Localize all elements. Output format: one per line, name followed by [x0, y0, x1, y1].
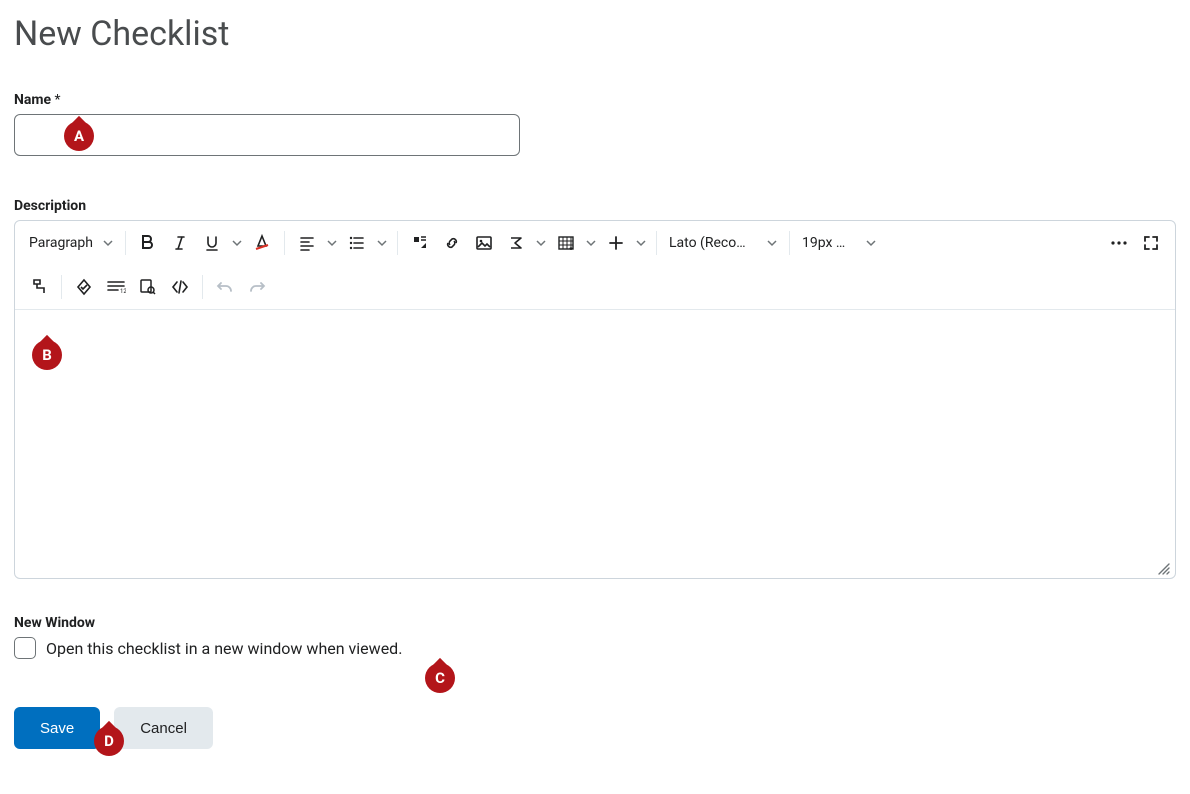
preview-button[interactable] [132, 271, 164, 303]
font-size-dropdown[interactable]: 19px … [796, 227, 882, 259]
chevron-down-icon [767, 238, 777, 248]
source-code-button[interactable] [164, 271, 196, 303]
undo-button[interactable] [209, 271, 241, 303]
resize-handle-icon[interactable] [1155, 560, 1171, 576]
align-dropdown[interactable] [323, 227, 341, 259]
accessibility-checker-button[interactable] [68, 271, 100, 303]
toolbar-separator [125, 231, 126, 255]
toolbar-separator [656, 231, 657, 255]
annotation-d: D [94, 726, 124, 756]
name-label: Name * [14, 92, 1176, 108]
toolbar-separator [397, 231, 398, 255]
table-button[interactable] [550, 227, 582, 259]
description-editor-area[interactable] [15, 310, 1175, 578]
equation-dropdown[interactable] [532, 227, 550, 259]
list-button[interactable] [341, 227, 373, 259]
bold-button[interactable] [132, 227, 164, 259]
italic-button[interactable] [164, 227, 196, 259]
more-actions-button[interactable] [1103, 227, 1135, 259]
format-painter-button[interactable] [23, 271, 55, 303]
description-label: Description [14, 198, 1176, 214]
word-count-button[interactable]: 123 [100, 271, 132, 303]
open-new-window-label: Open this checklist in a new window when… [46, 639, 402, 658]
fullscreen-button[interactable] [1135, 227, 1167, 259]
page-title: New Checklist [14, 14, 1176, 54]
save-button[interactable]: Save [14, 707, 100, 749]
equation-button[interactable] [500, 227, 532, 259]
editor-toolbar: Paragraph [15, 221, 1175, 310]
new-window-heading: New Window [14, 615, 1176, 631]
rich-text-editor: Paragraph [14, 220, 1176, 579]
cancel-button[interactable]: Cancel [114, 707, 213, 749]
svg-text:123: 123 [120, 288, 126, 295]
underline-dropdown[interactable] [228, 227, 246, 259]
insert-stuff-button[interactable] [404, 227, 436, 259]
annotation-a: A [64, 121, 94, 151]
annotation-b: B [32, 340, 62, 370]
insert-more-button[interactable] [600, 227, 632, 259]
list-dropdown[interactable] [373, 227, 391, 259]
form-actions: Save Cancel [14, 707, 1176, 749]
new-window-block: New Window Open this checklist in a new … [14, 615, 1176, 659]
insert-more-dropdown[interactable] [632, 227, 650, 259]
chevron-down-icon [103, 238, 113, 248]
annotation-c: C [425, 663, 455, 693]
align-button[interactable] [291, 227, 323, 259]
link-button[interactable] [436, 227, 468, 259]
font-family-dropdown[interactable]: Lato (Recom… [663, 227, 783, 259]
redo-button[interactable] [241, 271, 273, 303]
text-color-button[interactable] [246, 227, 278, 259]
table-dropdown[interactable] [582, 227, 600, 259]
image-button[interactable] [468, 227, 500, 259]
description-field-block: Description Paragraph [14, 198, 1176, 579]
paragraph-style-dropdown[interactable]: Paragraph [23, 227, 119, 259]
toolbar-separator [202, 275, 203, 299]
required-marker: * [55, 92, 61, 108]
underline-button[interactable] [196, 227, 228, 259]
toolbar-separator [61, 275, 62, 299]
toolbar-separator [284, 231, 285, 255]
chevron-down-icon [866, 238, 876, 248]
toolbar-separator [789, 231, 790, 255]
name-field-block: Name * [14, 92, 1176, 156]
open-new-window-checkbox[interactable] [14, 637, 36, 659]
